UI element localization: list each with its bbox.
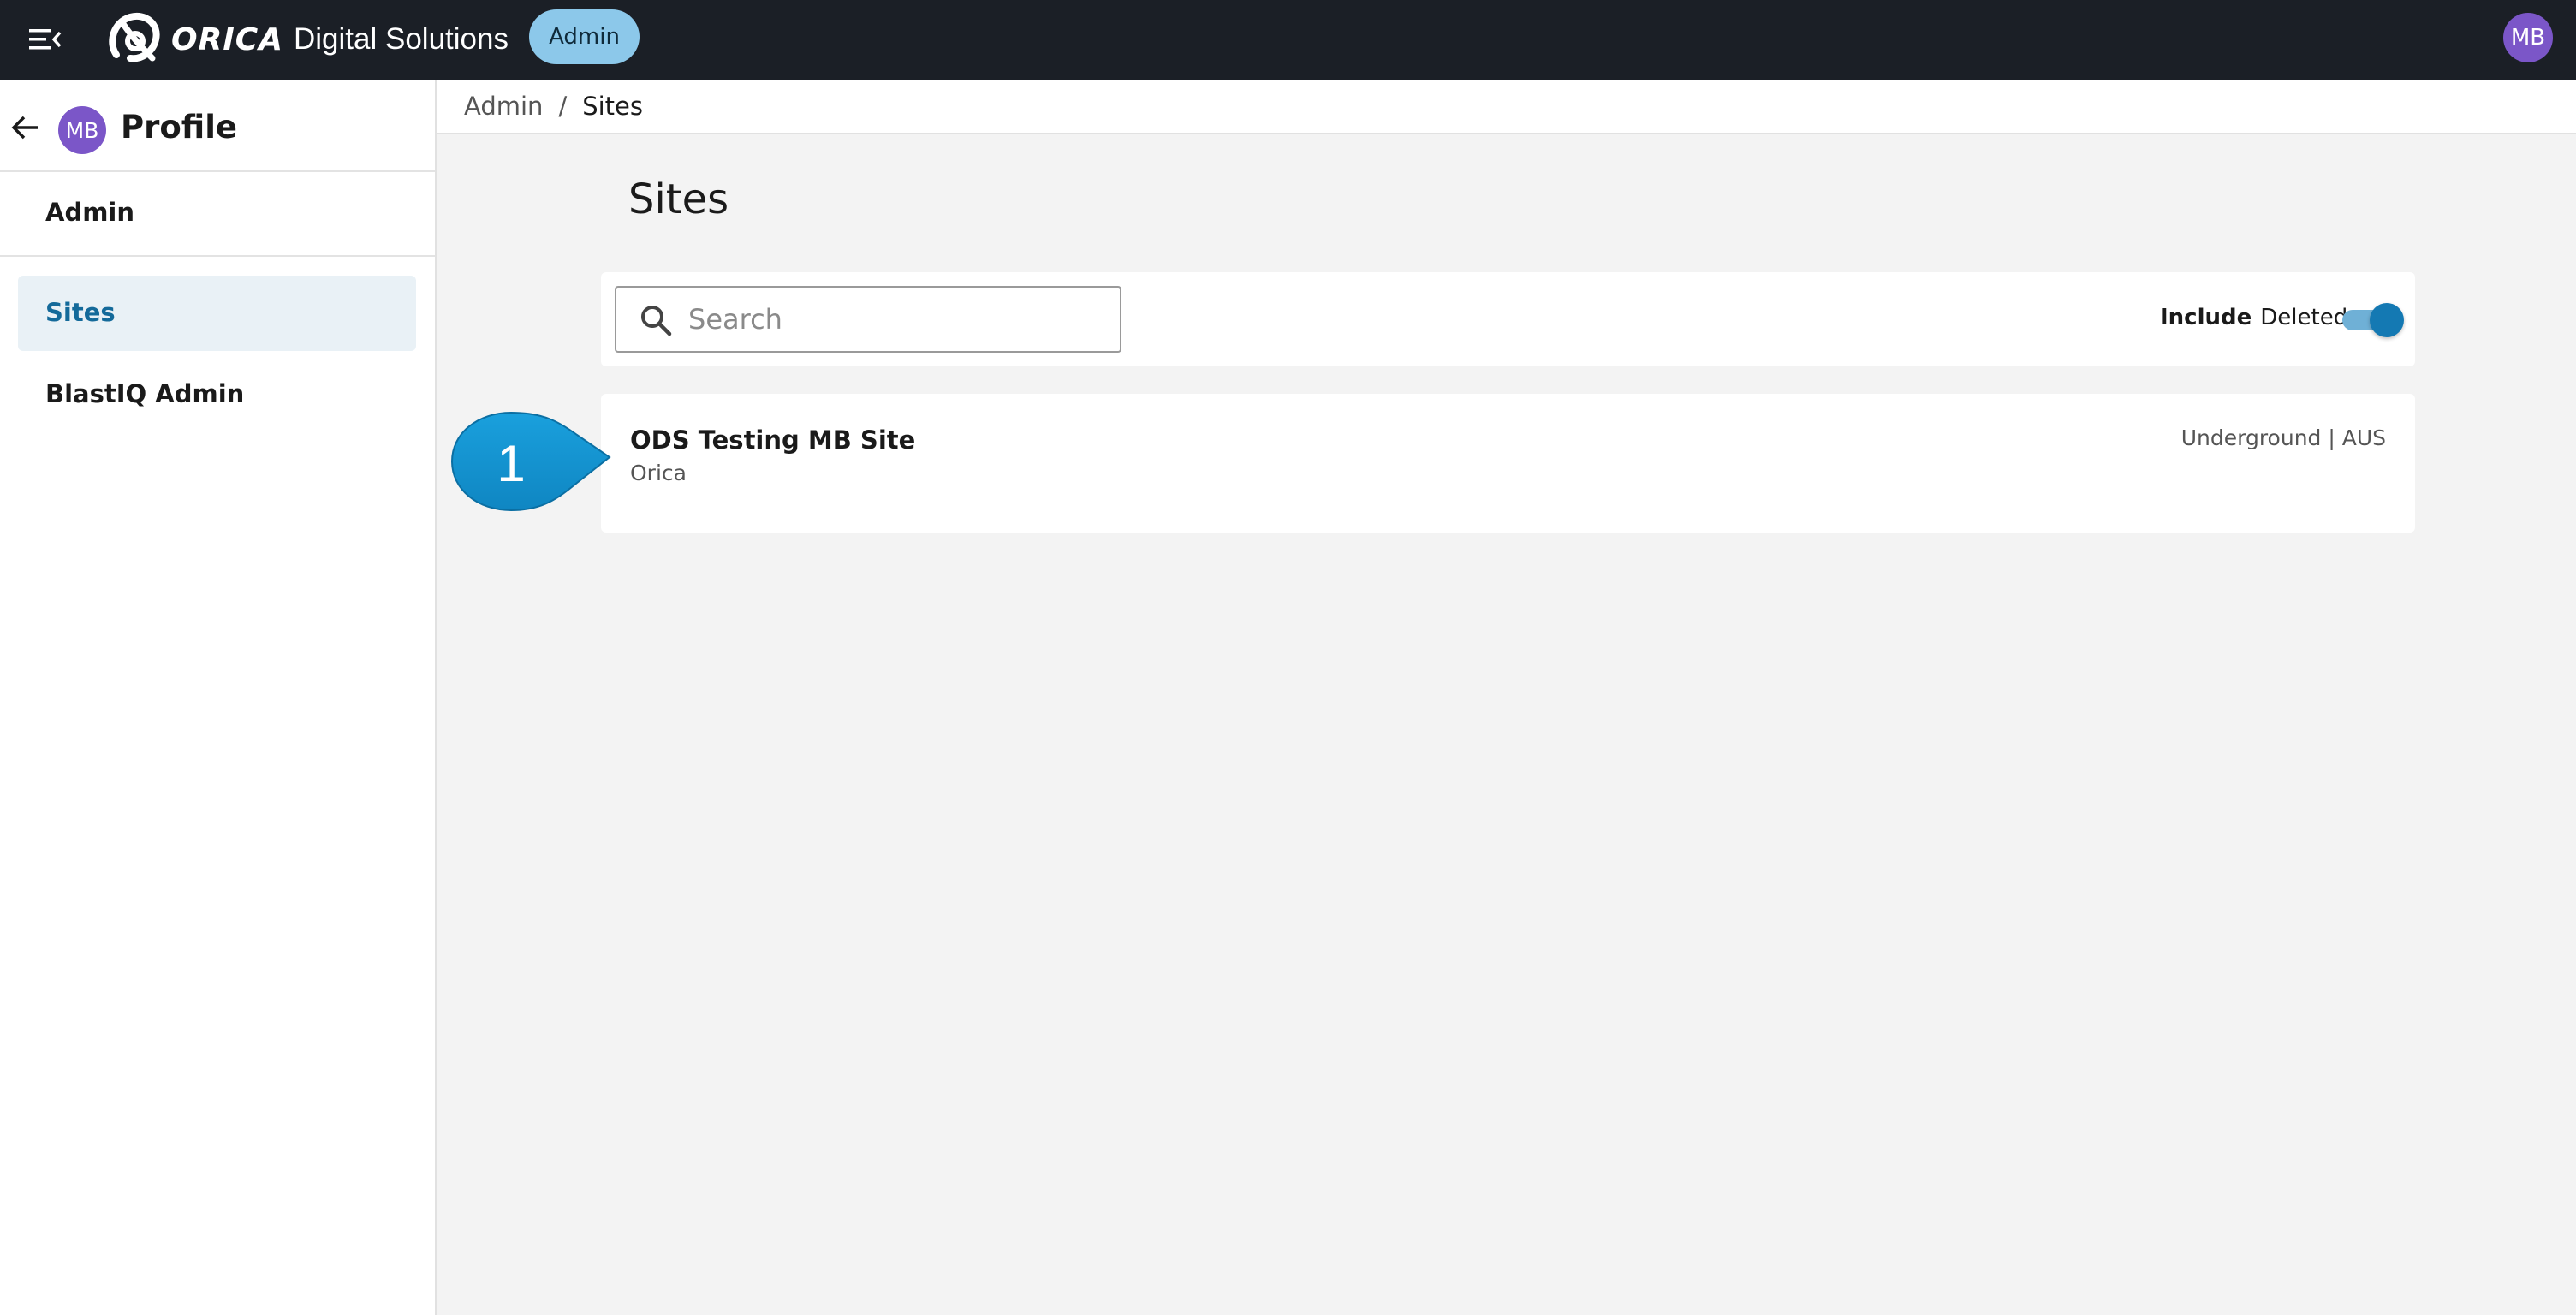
brand-logo[interactable]: ORICA Digital Solutions (104, 7, 509, 72)
callout-number: 1 (497, 434, 526, 492)
search-input[interactable] (688, 298, 1108, 341)
site-organization: Orica (630, 461, 687, 485)
brand-suffix: Digital Solutions (294, 22, 509, 56)
nav-section-admin: Admin (0, 172, 435, 257)
include-deleted-label: Include Deleted (2160, 305, 2347, 330)
breadcrumb-admin-link[interactable]: Admin (464, 92, 543, 121)
search-field[interactable] (615, 286, 1121, 353)
include-label: Include (2160, 305, 2252, 330)
sidebar-item-label: BlastIQ Admin (45, 379, 245, 408)
profile-avatar: MB (58, 106, 106, 154)
admin-chip[interactable]: Admin (529, 9, 640, 64)
include-deleted-toggle[interactable] (2339, 303, 2407, 337)
profile-title: Profile (121, 109, 237, 146)
orica-logo-icon (109, 12, 160, 62)
nav-section-label: Admin (45, 198, 135, 227)
search-panel: Include Deleted (601, 272, 2415, 366)
breadcrumb-current: Sites (582, 92, 644, 121)
site-list-item[interactable]: ODS Testing MB Site Orica Underground | … (601, 394, 2415, 533)
breadcrumb-separator: / (558, 92, 568, 121)
top-app-bar: ORICA Digital Solutions Admin MB (0, 0, 2576, 80)
sidebar: MB Profile Admin Sites BlastIQ Admin (0, 80, 437, 1315)
sidebar-item-sites[interactable]: Sites (18, 276, 416, 351)
breadcrumb: Admin / Sites (437, 80, 2576, 134)
site-meta: Underground | AUS (2180, 425, 2386, 450)
site-name: ODS Testing MB Site (630, 425, 916, 455)
deleted-label: Deleted (2260, 305, 2348, 330)
page-title: Sites (628, 176, 729, 223)
profile-header: MB Profile (0, 80, 435, 172)
sidebar-item-blastiq-admin[interactable]: BlastIQ Admin (18, 357, 416, 432)
brand-name: ORICA (171, 21, 283, 57)
toggle-thumb (2370, 303, 2404, 337)
back-arrow-icon[interactable] (9, 110, 43, 145)
search-icon (641, 306, 672, 336)
sidebar-item-label: Sites (45, 298, 116, 327)
menu-collapse-icon[interactable] (24, 19, 65, 60)
user-avatar[interactable]: MB (2503, 13, 2553, 62)
step-callout: 1 (449, 409, 620, 517)
